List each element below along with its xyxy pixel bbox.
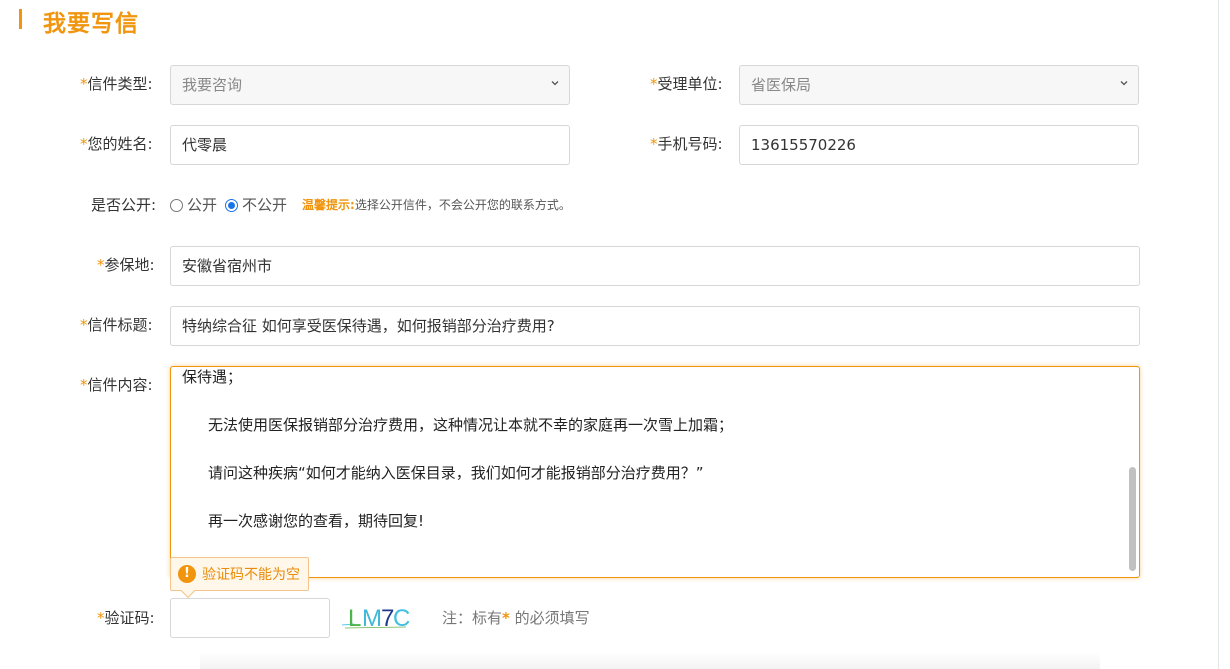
content-line: 无法使用医保报销部分治疗费用，这种情况让本就不幸的家庭再一次雪上加霜； <box>208 416 734 434</box>
content-textarea[interactable]: 保待遇； 无法使用医保报销部分治疗费用，这种情况让本就不幸的家庭再一次雪上加霜；… <box>170 366 1140 578</box>
subject-label: *信件标题: <box>80 316 153 334</box>
tip-text: 选择公开信件，不会公开您的联系方式。 <box>354 198 571 212</box>
page-title: 我要写信 <box>43 11 139 37</box>
captcha-char: C <box>393 605 410 632</box>
textarea-scrollbar[interactable] <box>1129 467 1136 571</box>
captcha-image[interactable]: L M 7 C <box>340 598 412 634</box>
chevron-down-icon <box>1120 81 1128 86</box>
radio-private-label: 不公开 <box>242 196 288 214</box>
captcha-label: *验证码: <box>97 609 155 627</box>
captcha-error-tooltip: ! 验证码不能为空 <box>170 557 309 599</box>
content-line: 再一次感谢您的查看，期待回复! <box>208 512 425 530</box>
tip-label: 温馨提示: <box>302 198 355 212</box>
phone-label: *手机号码: <box>650 135 723 153</box>
title-accent-bar <box>19 9 22 29</box>
public-label: 是否公开: <box>91 196 157 214</box>
unit-label: *受理单位: <box>650 75 723 93</box>
required-note: 注：标有* 的必须填写 <box>442 609 590 627</box>
letter-type-label: *信件类型: <box>80 75 153 93</box>
name-input[interactable]: 代零晨 <box>170 125 570 165</box>
letter-type-select[interactable]: 我要咨询 <box>170 65 570 105</box>
bottom-shade <box>200 652 1100 669</box>
page-right-border <box>1218 0 1219 669</box>
insured-place-label: *参保地: <box>97 256 155 274</box>
chevron-down-icon <box>551 81 559 86</box>
unit-select[interactable]: 省医保局 <box>739 65 1139 105</box>
captcha-input[interactable] <box>170 598 330 638</box>
name-label: *您的姓名: <box>80 135 153 153</box>
content-line: 请问这种疾病“如何才能纳入医保目录，我们如何才能报销部分治疗费用？” <box>208 464 704 482</box>
warning-icon: ! <box>178 565 196 583</box>
tooltip-arrow <box>180 583 196 599</box>
radio-private[interactable] <box>225 198 239 212</box>
captcha-error-text: 验证码不能为空 <box>202 567 300 583</box>
public-radio-group: 公开 不公开 温馨提示: 选择公开信件，不会公开您的联系方式。 <box>170 195 571 215</box>
content-label: *信件内容: <box>80 376 153 394</box>
content-line: 保待遇； <box>182 368 243 386</box>
radio-public-label: 公开 <box>187 196 218 214</box>
phone-input[interactable]: 13615570226 <box>739 125 1139 165</box>
radio-public[interactable] <box>170 198 183 212</box>
subject-input[interactable]: 特纳综合征 如何享受医保待遇，如何报销部分治疗费用? <box>170 306 1140 346</box>
insured-place-input[interactable]: 安徽省宿州市 <box>170 246 1140 286</box>
